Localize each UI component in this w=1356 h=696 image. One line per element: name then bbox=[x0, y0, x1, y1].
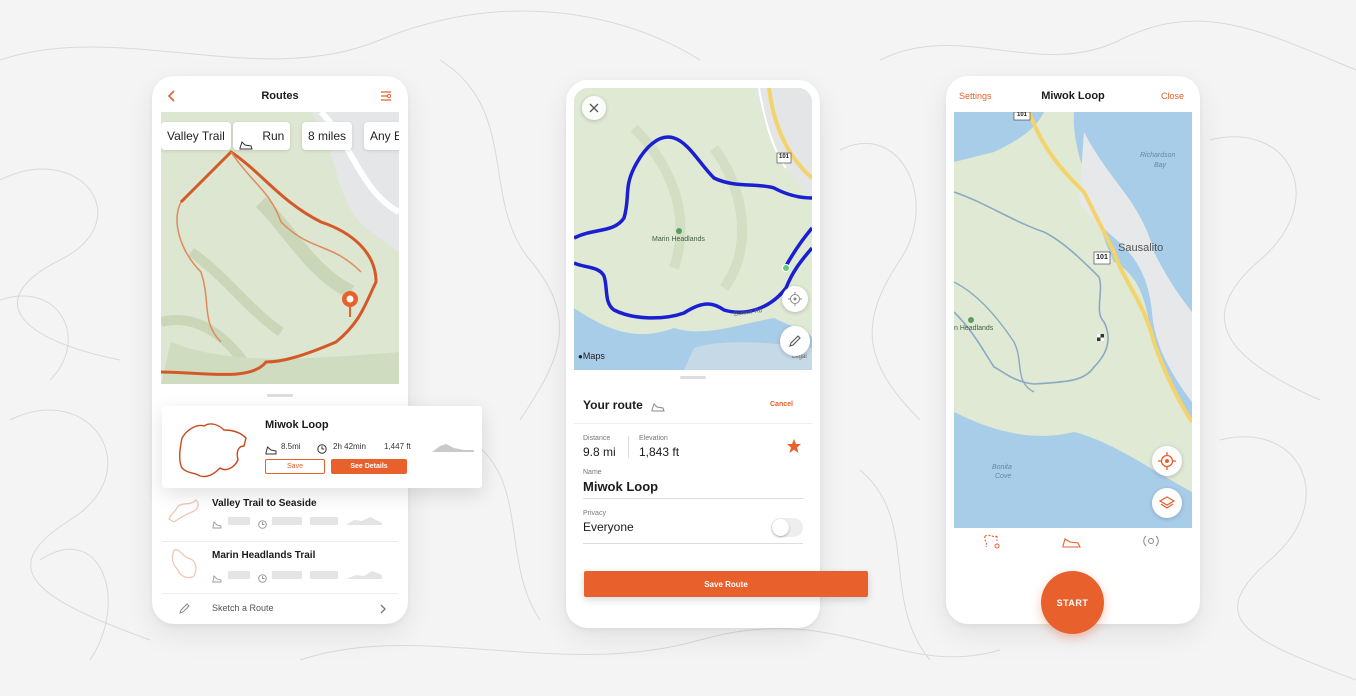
privacy-value: Everyone bbox=[583, 520, 634, 534]
map-place-label: Bay bbox=[1154, 162, 1167, 169]
filter-chip-distance[interactable]: 8 miles bbox=[302, 122, 353, 150]
privacy-label: Privacy bbox=[583, 510, 606, 517]
save-route-button[interactable]: Save Route bbox=[584, 571, 868, 597]
save-button[interactable]: Save bbox=[265, 459, 325, 474]
drag-handle[interactable] bbox=[680, 376, 706, 379]
selected-route-distance: 8.5mi bbox=[281, 442, 301, 451]
navigation-map[interactable]: 101 101 Richardson Bay Sausalito n Headl… bbox=[954, 112, 1192, 528]
route-tab-icon[interactable] bbox=[982, 533, 1000, 549]
locate-icon bbox=[1158, 452, 1176, 470]
selected-route-card[interactable]: Miwok Loop 8.5mi 2h 42min 1,447 ft Save … bbox=[162, 406, 482, 488]
shoe-icon bbox=[212, 570, 222, 583]
filter-chip-run[interactable]: Run bbox=[233, 122, 291, 150]
phone-create-route: 101 Marin Headlands Bunker Rd ●Maps Lega… bbox=[566, 80, 820, 628]
route-settings-icon[interactable] bbox=[378, 88, 394, 104]
close-button[interactable]: Close bbox=[1161, 91, 1184, 101]
panel-title-text: Your route bbox=[583, 398, 643, 412]
elevation-sparkline bbox=[432, 444, 474, 452]
route-map-graphic bbox=[574, 88, 812, 370]
locate-icon bbox=[788, 292, 802, 306]
selected-route-name: Miwok Loop bbox=[265, 419, 329, 431]
clock-icon bbox=[258, 570, 267, 583]
sketch-route-row[interactable]: Sketch a Route bbox=[162, 594, 398, 624]
panel-title: Your route bbox=[583, 398, 665, 412]
route-map[interactable]: 101 Marin Headlands Bunker Rd ●Maps Lega… bbox=[574, 88, 812, 370]
route-name-field[interactable]: Miwok Loop bbox=[583, 479, 658, 494]
sketch-route-label: Sketch a Route bbox=[212, 603, 274, 613]
attribution-text: Maps bbox=[582, 351, 605, 361]
draw-button[interactable] bbox=[780, 326, 810, 356]
filter-run-label: Run bbox=[262, 129, 285, 143]
map-place-label: Sausalito bbox=[1118, 242, 1164, 254]
shoe-icon bbox=[651, 401, 665, 412]
start-button[interactable]: START bbox=[1041, 571, 1104, 634]
routes-map[interactable]: Valley Trail Run 8 miles Any E bbox=[161, 112, 399, 384]
elevation-sparkline bbox=[346, 571, 382, 579]
route-shape-icon bbox=[171, 549, 197, 579]
shoe-icon bbox=[239, 132, 253, 150]
page-title: Routes bbox=[261, 90, 299, 102]
distance-label: Distance bbox=[583, 435, 611, 442]
route-shape-icon bbox=[168, 499, 199, 523]
drag-handle[interactable] bbox=[267, 394, 293, 397]
list-item[interactable]: Marin Headlands Trail bbox=[162, 542, 398, 594]
highway-shield: 101 bbox=[1096, 254, 1108, 261]
locate-button[interactable] bbox=[1152, 446, 1182, 476]
shoe-icon bbox=[212, 516, 222, 529]
close-map-button[interactable] bbox=[582, 96, 606, 120]
route-shape-icon bbox=[179, 423, 247, 478]
highway-shield: 101 bbox=[778, 154, 789, 160]
selected-route-elevation: 1,447 ft bbox=[384, 442, 411, 451]
map-place-label: n Headlands bbox=[954, 325, 994, 332]
locate-button[interactable] bbox=[782, 286, 808, 312]
elevation-sparkline bbox=[346, 517, 382, 525]
phone-navigate: Settings Miwok Loop Close 101 101 Richar… bbox=[946, 76, 1200, 624]
shoe-icon bbox=[265, 442, 277, 455]
phone-routes: Routes Valley Trail Run 8 miles Any E Va… bbox=[152, 76, 408, 624]
shoe-tab-icon[interactable] bbox=[1062, 535, 1082, 548]
layers-icon bbox=[1159, 496, 1175, 509]
chevron-right-icon bbox=[378, 602, 388, 614]
beacon-tab-icon[interactable] bbox=[1142, 533, 1160, 549]
clock-icon bbox=[258, 516, 267, 529]
route-name: Valley Trail to Seaside bbox=[212, 498, 317, 509]
name-label: Name bbox=[583, 469, 602, 476]
highway-shield: 101 bbox=[1016, 112, 1027, 118]
favorite-star-icon[interactable] bbox=[786, 438, 802, 454]
routes-map-graphic bbox=[161, 112, 399, 384]
privacy-toggle[interactable] bbox=[771, 518, 803, 537]
elevation-value: 1,843 ft bbox=[639, 445, 680, 459]
selected-route-time: 2h 42min bbox=[333, 442, 366, 451]
distance-value: 9.8 mi bbox=[583, 445, 616, 459]
map-layers-button[interactable] bbox=[1152, 488, 1182, 518]
list-item[interactable]: Valley Trail to Seaside bbox=[162, 488, 398, 542]
cancel-button[interactable]: Cancel bbox=[770, 401, 793, 408]
map-place-label: Bonita bbox=[992, 464, 1012, 471]
route-name: Marin Headlands Trail bbox=[212, 550, 316, 561]
close-icon bbox=[589, 103, 599, 113]
filter-chip-elevation[interactable]: Any E bbox=[364, 122, 399, 150]
map-place-label: Marin Headlands bbox=[652, 236, 705, 243]
pencil-icon bbox=[178, 602, 190, 614]
filter-chip-valley-trail[interactable]: Valley Trail bbox=[161, 122, 231, 150]
see-details-button[interactable]: See Details bbox=[331, 459, 407, 474]
map-place-label: Cove bbox=[995, 473, 1012, 480]
clock-icon bbox=[317, 441, 327, 454]
maps-attribution: ●Maps bbox=[578, 351, 605, 361]
pencil-icon bbox=[789, 335, 801, 347]
map-place-label: Richardson bbox=[1140, 152, 1176, 159]
elevation-label: Elevation bbox=[639, 435, 668, 442]
